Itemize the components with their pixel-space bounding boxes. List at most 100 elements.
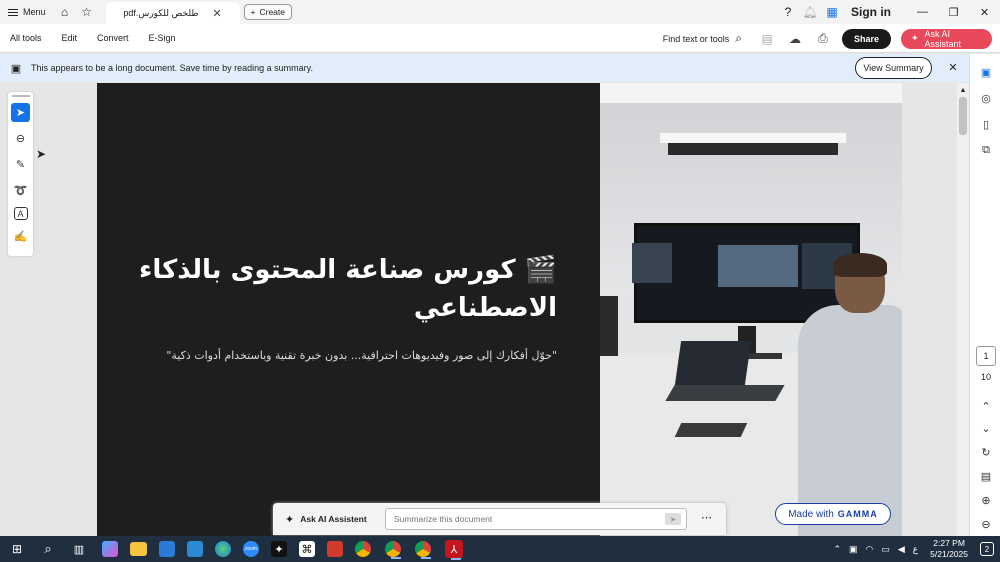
sign-tool-icon[interactable]: ✍ <box>11 227 30 246</box>
ask-ai-input[interactable] <box>385 508 687 530</box>
battery-icon[interactable]: ▭ <box>881 544 890 555</box>
scroll-up-icon[interactable]: ▲ <box>958 85 968 95</box>
page-up-icon[interactable]: ⌃ <box>978 398 994 414</box>
upload-cloud-icon[interactable]: ☁ <box>786 30 804 48</box>
store-icon[interactable] <box>159 541 175 557</box>
ask-ai-assistant-button[interactable]: ✦ Ask AI Assistant <box>901 28 992 49</box>
zoom-in-icon[interactable]: ⊕ <box>978 492 994 508</box>
scroll-thumb[interactable] <box>959 97 967 135</box>
window-close-icon[interactable]: ✕ <box>969 0 1000 24</box>
volume-icon[interactable]: ◀ <box>898 544 905 555</box>
menu-all-tools[interactable]: All tools <box>10 33 42 43</box>
comment-tool-icon[interactable]: ⊖ <box>11 129 30 148</box>
quick-tools-rail: ➤ ⊖ ✎ ➰ A ✍ <box>8 92 33 256</box>
view-summary-button[interactable]: View Summary <box>855 57 932 79</box>
phone-link-icon[interactable] <box>187 541 203 557</box>
ask-ai-bar: ✦ Ask AI Assistent ➤ ⋯ <box>273 503 726 535</box>
close-tab-icon[interactable]: ✕ <box>212 7 221 20</box>
page-down-icon[interactable]: ⌄ <box>978 420 994 436</box>
summary-notice: ▣ This appears to be a long document. Sa… <box>0 54 969 82</box>
plus-icon: + <box>250 7 256 17</box>
summary-icon: ▣ <box>10 62 22 75</box>
person <box>770 253 902 536</box>
ceiling-lamp <box>668 143 838 155</box>
close-notice-icon[interactable]: ✕ <box>946 60 960 74</box>
edge-icon[interactable] <box>215 541 231 557</box>
more-options-icon[interactable]: ⋯ <box>701 511 712 524</box>
create-label: Create <box>259 7 285 17</box>
minimize-icon[interactable]: — <box>907 0 938 24</box>
search-icon[interactable]: ⌕ <box>37 538 59 560</box>
notifications-badge[interactable]: 2 <box>980 542 994 556</box>
acrobat-icon[interactable]: ⅄ <box>445 540 463 560</box>
chrome-profile-icon[interactable] <box>385 541 401 559</box>
find-tools[interactable]: Find text or tools ⌕ <box>663 31 742 46</box>
system-tray: ⌃ ▣ ◠ ▭ ◀ ع 2:27 PM 5/21/2025 2 <box>833 536 1000 562</box>
text-box-icon[interactable]: A <box>13 207 28 220</box>
help-icon[interactable]: ? <box>777 0 799 24</box>
clock[interactable]: 2:27 PM 5/21/2025 <box>930 538 968 560</box>
menu-e-sign[interactable]: E-Sign <box>149 33 176 43</box>
menu-button[interactable]: Menu <box>0 0 54 24</box>
home-icon[interactable]: ⌂ <box>54 0 76 24</box>
draw-lasso-icon[interactable]: ➰ <box>11 181 30 200</box>
main-toolbar: All tools Edit Convert E-Sign Find text … <box>0 24 1000 53</box>
ai-summary-icon[interactable]: ▣ <box>978 64 994 80</box>
office-photo <box>600 83 902 536</box>
select-tool-icon[interactable]: ➤ <box>11 103 30 122</box>
camera-icon[interactable]: ▣ <box>849 544 858 555</box>
lamp-glow <box>660 133 846 143</box>
current-page-field[interactable]: 1 <box>976 346 996 366</box>
restore-icon[interactable]: ❐ <box>938 0 969 24</box>
print-icon[interactable]: ⎙ <box>814 30 832 48</box>
bell-icon[interactable]: 🔔︎ <box>799 0 821 24</box>
task-view-icon[interactable]: ▥ <box>68 538 90 560</box>
speaker <box>600 296 618 356</box>
gamma-logo: GAMMA <box>837 509 878 519</box>
laptop-screen <box>674 341 752 385</box>
menu-edit[interactable]: Edit <box>62 33 78 43</box>
drag-handle[interactable] <box>11 95 30 97</box>
chrome-profile-2-icon[interactable] <box>415 541 431 559</box>
hamburger-icon <box>8 8 18 16</box>
laptop-keyboard <box>665 385 785 401</box>
red-app-icon[interactable] <box>327 541 343 557</box>
capcut-alt-icon[interactable]: ⌘ <box>299 541 315 557</box>
document-tab[interactable]: pdf.طلخص للكورس ✕ <box>105 2 240 24</box>
capcut-icon[interactable]: ✦ <box>271 541 287 557</box>
file-explorer-icon[interactable] <box>130 542 147 556</box>
person-body <box>798 305 902 536</box>
wifi-icon[interactable]: ◠ <box>866 544 874 555</box>
vertical-scrollbar[interactable]: ▲ <box>957 83 969 536</box>
create-button[interactable]: + Create <box>243 4 292 20</box>
document-subtitle: "حوّل أفكارك إلى صور وفيديوهات احترافية.… <box>166 349 557 362</box>
find-label: Find text or tools <box>662 33 730 44</box>
chrome-icon[interactable] <box>355 541 371 557</box>
document-tab-title: pdf.طلخص للكورس <box>123 7 199 18</box>
comment-icon[interactable]: ◎ <box>978 90 994 106</box>
refresh-icon[interactable]: ↻ <box>978 444 994 460</box>
copilot-icon[interactable] <box>102 541 118 557</box>
windows-start-icon[interactable]: ⊞ <box>6 538 28 560</box>
send-icon[interactable]: ➤ <box>665 513 681 525</box>
made-with-gamma-badge[interactable]: Made with GAMMA <box>775 503 891 525</box>
notice-text: This appears to be a long document. Save… <box>31 63 313 73</box>
pages-icon[interactable]: ⧉ <box>978 142 994 158</box>
save-icon[interactable]: ▤ <box>758 30 776 48</box>
menu-convert[interactable]: Convert <box>97 33 129 43</box>
bookmark-icon[interactable]: ▯ <box>978 116 994 132</box>
zoom-out-icon[interactable]: ⊖ <box>978 516 994 532</box>
document-title: 🎬 كورس صناعة المحتوى بالذكاء الاصطناعي <box>137 251 557 327</box>
search-icon: ⌕ <box>735 31 742 45</box>
sign-in-link[interactable]: Sign in <box>851 5 891 19</box>
star-icon[interactable]: ☆ <box>76 0 98 24</box>
total-pages: 10 <box>980 372 991 382</box>
pdf-page: 🎬 كورس صناعة المحتوى بالذكاء الاصطناعي "… <box>97 83 902 536</box>
highlight-pen-icon[interactable]: ✎ <box>11 155 30 174</box>
zoom-icon[interactable]: zoom <box>243 541 259 557</box>
apps-grid-icon[interactable]: ▦ <box>821 0 843 24</box>
fit-page-icon[interactable]: ▤ <box>978 468 994 484</box>
language-indicator[interactable]: ع <box>913 544 918 555</box>
share-button[interactable]: Share <box>841 28 891 49</box>
chevron-up-icon[interactable]: ⌃ <box>833 544 841 555</box>
